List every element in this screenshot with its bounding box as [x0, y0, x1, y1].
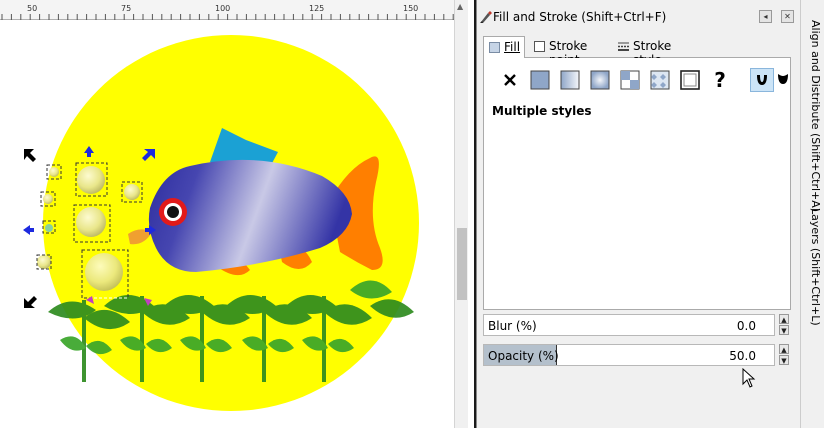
scale-handle-top-left-icon[interactable]: [24, 149, 36, 162]
bubble[interactable]: [124, 184, 140, 200]
mouse-pointer-icon: [742, 368, 756, 388]
no-paint-icon: [504, 74, 516, 86]
tab-stroke-style[interactable]: Stroke style: [613, 36, 697, 67]
app-window: 50 75 100 125 150 ▲ Fill and Stroke (Shi…: [0, 0, 824, 428]
ruler-label: 75: [121, 4, 132, 13]
blur-decrement-icon[interactable]: ▼: [779, 325, 789, 335]
horizontal-ruler[interactable]: 50 75 100 125 150: [0, 0, 454, 20]
svg-text:?: ?: [714, 68, 726, 92]
fill-icon: [489, 42, 500, 53]
bubble[interactable]: [45, 224, 53, 232]
scroll-up-icon[interactable]: ▲: [457, 2, 463, 11]
fill-status-label: Multiple styles: [492, 104, 592, 118]
flat-color-icon: [530, 70, 550, 90]
artwork[interactable]: [0, 20, 454, 428]
fill-tab-panel: ? Multiple styles: [483, 58, 791, 310]
bubble[interactable]: [43, 194, 53, 204]
fill-stroke-icon: [480, 11, 492, 23]
flat-color-button[interactable]: [528, 68, 552, 92]
vertical-scrollbar[interactable]: ▲: [454, 0, 468, 428]
opacity-decrement-icon[interactable]: ▼: [779, 355, 789, 365]
fill-rule-evenodd-icon: [757, 75, 767, 85]
opacity-value: 50.0: [729, 349, 756, 363]
swatch-button[interactable]: [648, 68, 672, 92]
fill-rule-evenodd-button[interactable]: [750, 68, 774, 92]
no-paint-button[interactable]: [498, 68, 522, 92]
opacity-increment-icon[interactable]: ▲: [779, 344, 789, 354]
bubble[interactable]: [49, 167, 59, 177]
fill-rule-nonzero-button[interactable]: [772, 68, 796, 92]
collapse-arrow-icon[interactable]: ◂: [759, 10, 772, 23]
bubble[interactable]: [76, 207, 106, 237]
dialog-titlebar[interactable]: Fill and Stroke (Shift+Ctrl+F) ◂ ✕: [477, 6, 801, 28]
blur-slider[interactable]: Blur (%) 0.0 ▲ ▼: [483, 314, 791, 336]
ruler-label: 150: [403, 4, 419, 13]
question-mark-icon: ?: [714, 68, 726, 92]
swatch-icon: [650, 70, 670, 90]
opacity-slider[interactable]: Opacity (%) 50.0 ▲ ▼: [483, 344, 791, 366]
fill-stroke-dialog: Fill and Stroke (Shift+Ctrl+F) ◂ ✕ Fill …: [476, 0, 800, 428]
tab-fill[interactable]: Fill: [483, 36, 525, 59]
blur-slider-track[interactable]: Blur (%) 0.0: [483, 314, 775, 336]
fill-rule-nonzero-icon: [778, 74, 788, 84]
stroke-style-icon: [618, 42, 629, 51]
ruler-label: 100: [215, 4, 231, 13]
tab-fill-label: Fill: [504, 40, 521, 54]
tab-layers[interactable]: Layers (Shift+Ctrl+L): [804, 208, 822, 326]
bubble[interactable]: [85, 253, 123, 291]
unset-paint-swatch-button[interactable]: [678, 68, 702, 92]
ruler-label: 50: [27, 4, 38, 13]
radial-gradient-icon: [590, 70, 610, 90]
unset-paint-button[interactable]: ?: [708, 68, 732, 92]
pattern-button[interactable]: [618, 68, 642, 92]
blur-value: 0.0: [736, 319, 756, 333]
layers-label: Layers (Shift+Ctrl+L): [809, 208, 822, 326]
bubble[interactable]: [37, 255, 51, 269]
linear-gradient-icon: [560, 70, 580, 90]
paint-type-row: ?: [492, 68, 788, 94]
radial-gradient-button[interactable]: [588, 68, 612, 92]
scale-handle-left-icon[interactable]: [23, 225, 34, 235]
pattern-icon: [620, 70, 640, 90]
scrollbar-thumb[interactable]: [457, 228, 467, 300]
align-distribute-label: Align and Distribute (Shift+Ctrl+A): [809, 20, 822, 213]
tab-stroke-paint[interactable]: Stroke paint: [529, 36, 613, 67]
tab-bar: Fill Stroke paint Stroke style: [483, 36, 791, 67]
fish-pupil: [167, 206, 179, 218]
opacity-slider-track[interactable]: Opacity (%) 50.0: [483, 344, 775, 366]
linear-gradient-button[interactable]: [558, 68, 582, 92]
frame-icon: [680, 70, 700, 90]
ruler-label: 125: [309, 4, 325, 13]
scale-handle-bottom-left-icon[interactable]: [24, 296, 37, 308]
dock-side-tabs: Align and Distribute (Shift+Ctrl+A) Laye…: [800, 0, 824, 428]
bubble[interactable]: [77, 166, 105, 194]
blur-label: Blur (%): [488, 319, 537, 333]
dialog-title: Fill and Stroke (Shift+Ctrl+F): [493, 10, 667, 24]
tab-align-distribute[interactable]: Align and Distribute (Shift+Ctrl+A): [804, 20, 822, 212]
drawing-canvas[interactable]: 50 75 100 125 150 ▲: [0, 0, 476, 428]
blur-increment-icon[interactable]: ▲: [779, 314, 789, 324]
stroke-paint-icon: [534, 41, 545, 52]
opacity-label: Opacity (%): [488, 349, 559, 363]
close-icon[interactable]: ✕: [781, 10, 794, 23]
